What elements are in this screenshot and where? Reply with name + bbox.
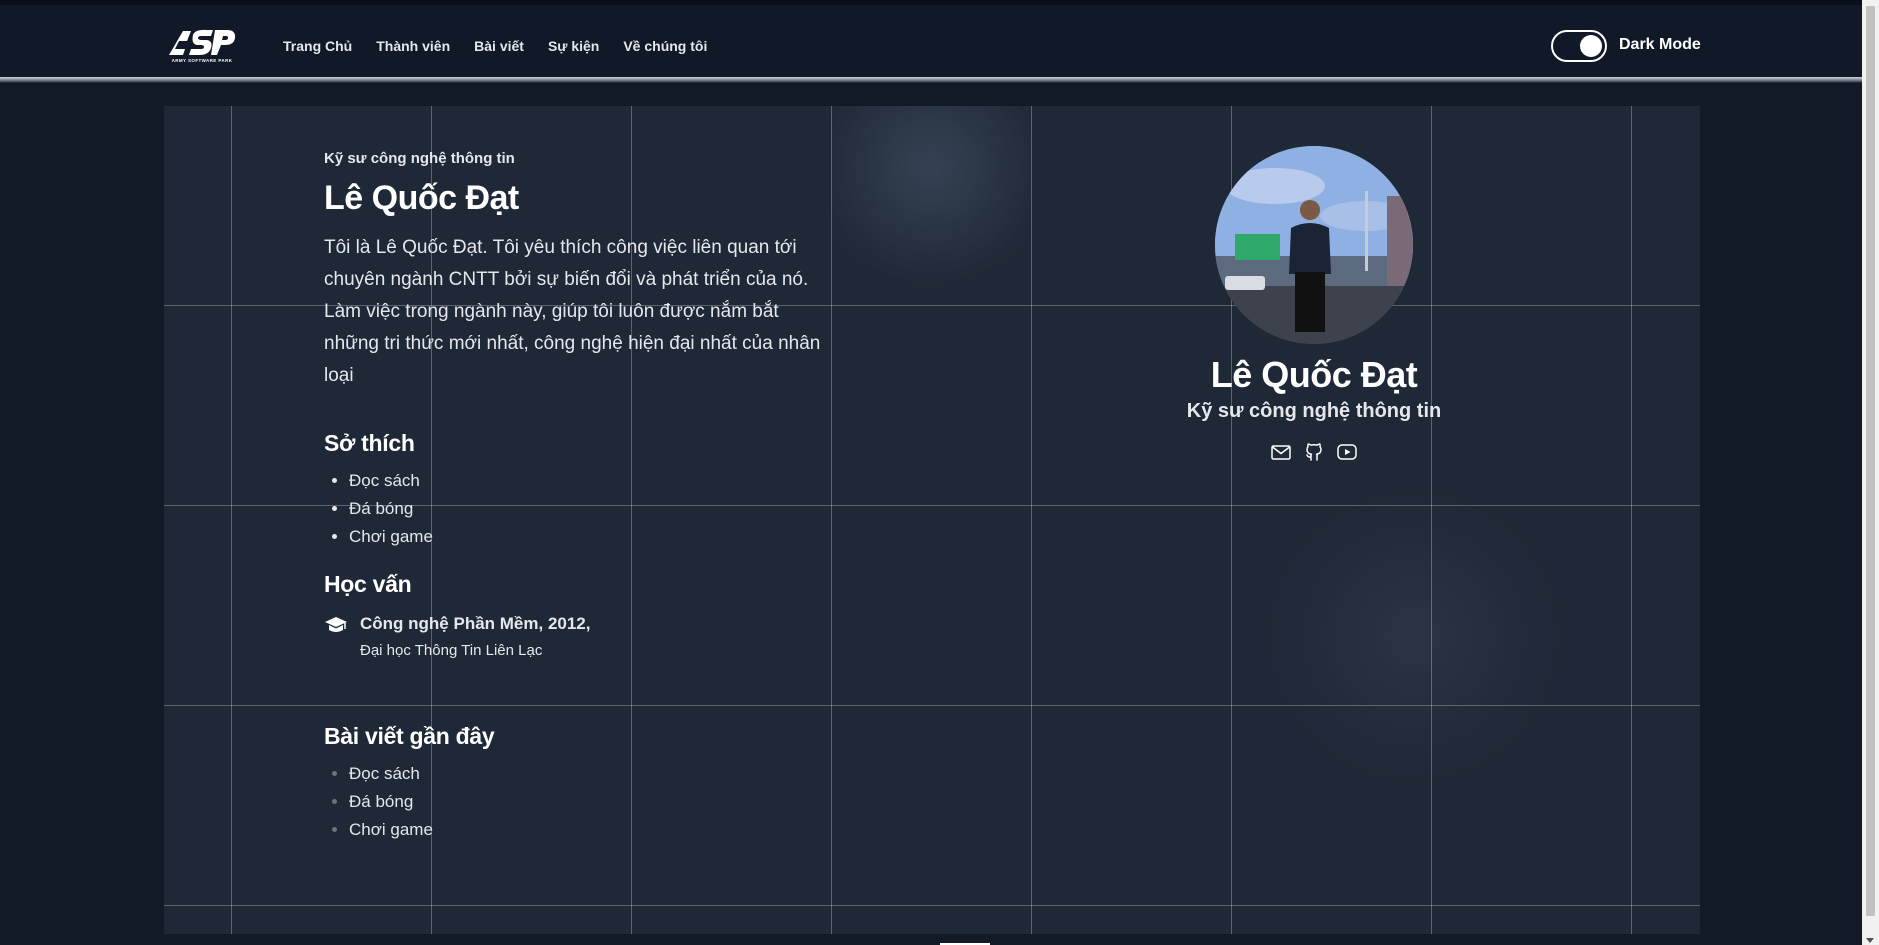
summary-title: Kỹ sư công nghệ thông tin [1186, 400, 1442, 422]
profile-summary: Lê Quốc Đạt Kỹ sư công nghệ thông tin [1168, 146, 1460, 463]
avatar [1215, 146, 1413, 344]
logo-subtext: ARMY SOFTWARE PARK [171, 58, 233, 63]
site-logo[interactable]: ARMY SOFTWARE PARK [166, 27, 238, 67]
education-heading: Học vấn [324, 571, 412, 597]
profile-details: Kỹ sư công nghệ thông tin Lê Quốc Đạt Tô… [324, 150, 844, 844]
youtube-icon[interactable] [1336, 441, 1358, 463]
recent-post-link[interactable]: Đá bóng [349, 788, 844, 816]
job-title: Kỹ sư công nghệ thông tin [324, 150, 515, 167]
background-glow [831, 106, 1031, 306]
grid-line [231, 106, 232, 934]
education-entry: Công nghệ Phần Mềm, 2012, Đại học Thông … [324, 614, 844, 659]
grid-line [164, 905, 1700, 906]
avatar-photo [1215, 146, 1413, 344]
toggle-knob [1580, 35, 1602, 57]
navbar: ARMY SOFTWARE PARK Trang Chủ Thành viên … [0, 5, 1862, 77]
mail-icon[interactable] [1270, 441, 1292, 463]
list-item: Chơi game [349, 523, 844, 551]
recent-post-link[interactable]: Đọc sách [349, 760, 844, 788]
background-glow [1264, 486, 1564, 786]
education-degree: Công nghệ Phần Mềm, 2012, [360, 614, 591, 633]
hobbies-heading: Sở thích [324, 430, 415, 456]
grid-line [1031, 106, 1032, 934]
nav-link-events[interactable]: Sự kiện [548, 31, 599, 61]
graduation-cap-icon [325, 617, 347, 632]
nav-link-posts[interactable]: Bài viết [474, 31, 524, 61]
recent-posts-list: Đọc sách Đá bóng Chơi game [324, 760, 844, 844]
profile-intro: Tôi là Lê Quốc Đạt. Tôi yêu thích công v… [324, 237, 821, 386]
scrollbar-thumb[interactable] [1866, 6, 1875, 916]
scroll-down-arrow-icon[interactable] [1866, 938, 1874, 943]
list-item: Đọc sách [349, 467, 844, 495]
nav-links: Trang Chủ Thành viên Bài viết Sự kiện Về… [283, 31, 731, 61]
summary-name: Lê Quốc Đạt [1210, 354, 1418, 395]
grid-line [1631, 106, 1632, 934]
nav-link-about[interactable]: Về chúng tôi [623, 31, 707, 61]
profile-name-heading: Lê Quốc Đạt [324, 179, 519, 217]
navbar-shadow [0, 77, 1862, 83]
github-icon[interactable] [1303, 441, 1325, 463]
logo-mark-icon [169, 29, 236, 55]
profile-card: Kỹ sư công nghệ thông tin Lê Quốc Đạt Tô… [164, 106, 1700, 934]
recent-posts-heading: Bài viết gần đây [324, 723, 495, 749]
education-school: Đại học Thông Tin Liên Lạc [360, 642, 543, 659]
list-item: Đá bóng [349, 495, 844, 523]
page-scrollbar[interactable] [1862, 0, 1879, 945]
dark-mode-toggle[interactable] [1551, 30, 1607, 62]
hobbies-list: Đọc sách Đá bóng Chơi game [324, 467, 844, 551]
dark-mode-label: Dark Mode [1619, 36, 1701, 53]
recent-post-link[interactable]: Chơi game [349, 816, 844, 844]
nav-link-members[interactable]: Thành viên [376, 31, 450, 61]
social-links [1168, 441, 1460, 463]
nav-link-home[interactable]: Trang Chủ [283, 31, 352, 61]
